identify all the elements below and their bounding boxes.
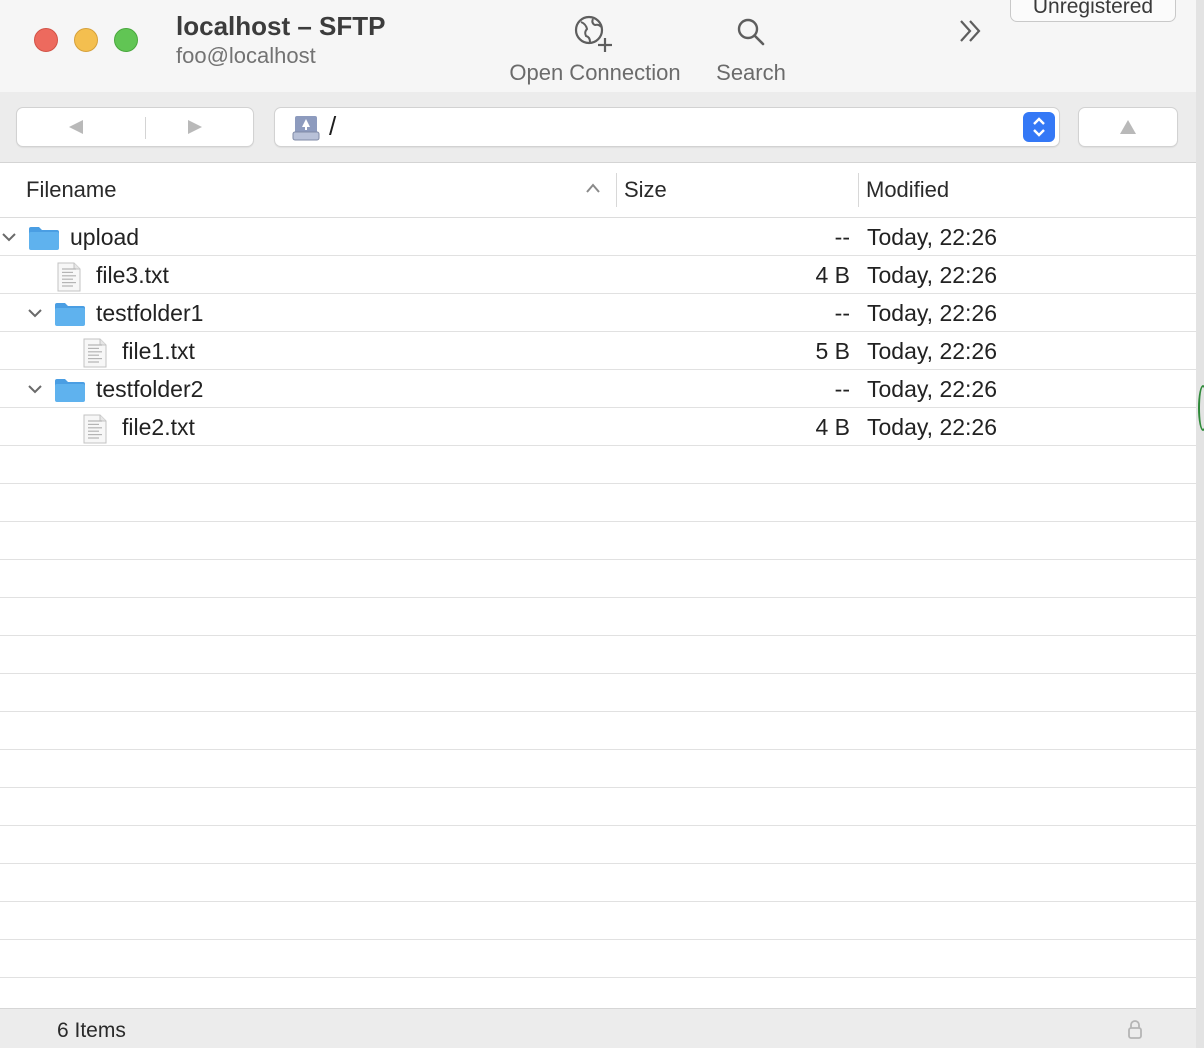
search-label: Search: [716, 60, 786, 85]
empty-row: [0, 560, 1196, 598]
empty-row: [0, 826, 1196, 864]
row-filename: file2.txt: [122, 414, 195, 440]
chevron-up-down-icon: [1033, 117, 1045, 137]
text-file-icon: [83, 414, 107, 444]
file-row[interactable]: file1.txt 5 B Today, 22:26: [0, 332, 1196, 370]
empty-row: [0, 674, 1196, 712]
file-row[interactable]: file3.txt 4 B Today, 22:26: [0, 256, 1196, 294]
search-button[interactable]: Search: [708, 10, 794, 86]
toolbar-overflow-button[interactable]: [952, 14, 988, 48]
window-subtitle: foo@localhost: [176, 43, 316, 68]
disclosure-chevron-down-icon[interactable]: [26, 304, 44, 322]
current-path: /: [329, 111, 337, 141]
window-title: localhost – SFTP: [176, 11, 386, 41]
folder-icon: [55, 303, 85, 326]
row-size: 5 B: [815, 338, 850, 364]
empty-row: [0, 636, 1196, 674]
row-filename: testfolder2: [96, 376, 204, 402]
folder-row[interactable]: upload -- Today, 22:26: [0, 218, 1196, 256]
empty-row: [0, 940, 1196, 978]
row-modified: Today, 22:26: [867, 414, 998, 440]
column-header-size[interactable]: Size: [624, 163, 667, 217]
globe-plus-icon: [500, 10, 690, 54]
zoom-window-button[interactable]: [114, 28, 138, 52]
row-modified: Today, 22:26: [867, 224, 998, 250]
search-icon: [708, 10, 794, 54]
empty-row: [0, 484, 1196, 522]
row-filename: testfolder1: [96, 300, 204, 326]
path-dropdown-button[interactable]: [1023, 112, 1055, 142]
navigation-toolbar: /: [0, 92, 1196, 163]
sort-ascending-icon: [586, 183, 600, 193]
file-row[interactable]: file2.txt 4 B Today, 22:26: [0, 408, 1196, 446]
row-filename: file3.txt: [96, 262, 169, 288]
title-bar: localhost – SFTP foo@localhost Open Conn…: [0, 0, 1196, 92]
disclosure-chevron-down-icon[interactable]: [0, 228, 18, 246]
sftp-browser-window: localhost – SFTP foo@localhost Open Conn…: [0, 0, 1196, 1048]
empty-row: [0, 750, 1196, 788]
row-size: 4 B: [815, 414, 850, 440]
parent-directory-button[interactable]: [1078, 107, 1178, 147]
folder-row[interactable]: testfolder1 -- Today, 22:26: [0, 294, 1196, 332]
folder-row[interactable]: testfolder2 -- Today, 22:26: [0, 370, 1196, 408]
column-divider[interactable]: [858, 173, 859, 207]
row-size: --: [834, 224, 850, 250]
empty-row: [0, 902, 1196, 940]
window-edge: [1196, 0, 1204, 1048]
unregistered-button[interactable]: Unregistered: [1010, 0, 1176, 22]
disk-icon: [291, 114, 321, 147]
path-selector[interactable]: /: [274, 107, 1060, 147]
row-size: --: [834, 376, 850, 402]
back-button[interactable]: [17, 108, 135, 146]
empty-row: [0, 598, 1196, 636]
empty-row: [0, 712, 1196, 750]
row-modified: Today, 22:26: [867, 262, 998, 288]
folder-icon: [55, 379, 85, 402]
item-count: 6 Items: [57, 1019, 126, 1042]
forward-button[interactable]: [136, 108, 254, 146]
row-modified: Today, 22:26: [867, 300, 998, 326]
table-header: Filename Size Modified: [0, 163, 1196, 218]
back-forward-control: [16, 107, 254, 147]
folder-icon: [29, 227, 59, 250]
column-header-modified[interactable]: Modified: [866, 163, 949, 217]
row-modified: Today, 22:26: [867, 338, 998, 364]
empty-row: [0, 788, 1196, 826]
triangle-up-icon: [1120, 120, 1136, 134]
padlock-icon: [1127, 1019, 1143, 1044]
minimize-window-button[interactable]: [74, 28, 98, 52]
row-modified: Today, 22:26: [867, 376, 998, 402]
close-window-button[interactable]: [34, 28, 58, 52]
disclosure-chevron-down-icon[interactable]: [26, 380, 44, 398]
chevron-double-right-icon: [960, 20, 981, 42]
triangle-left-icon: [69, 120, 83, 134]
empty-row: [0, 446, 1196, 484]
row-size: --: [834, 300, 850, 326]
row-filename: upload: [70, 224, 140, 250]
open-connection-label: Open Connection: [509, 60, 681, 85]
row-filename: file1.txt: [122, 338, 195, 364]
column-header-filename[interactable]: Filename: [26, 163, 116, 217]
triangle-right-icon: [188, 120, 202, 134]
text-file-icon: [57, 262, 81, 292]
background-window-fragment: [1198, 385, 1204, 431]
open-connection-button[interactable]: Open Connection: [500, 10, 690, 86]
empty-row: [0, 522, 1196, 560]
status-bar: 6 Items: [0, 1008, 1196, 1048]
empty-row: [0, 864, 1196, 902]
file-list: upload -- Today, 22:26 file3.txt 4 B Today, 2…: [0, 218, 1196, 1008]
empty-row: [0, 978, 1196, 1008]
text-file-icon: [83, 338, 107, 368]
column-divider[interactable]: [616, 173, 617, 207]
row-size: 4 B: [815, 262, 850, 288]
